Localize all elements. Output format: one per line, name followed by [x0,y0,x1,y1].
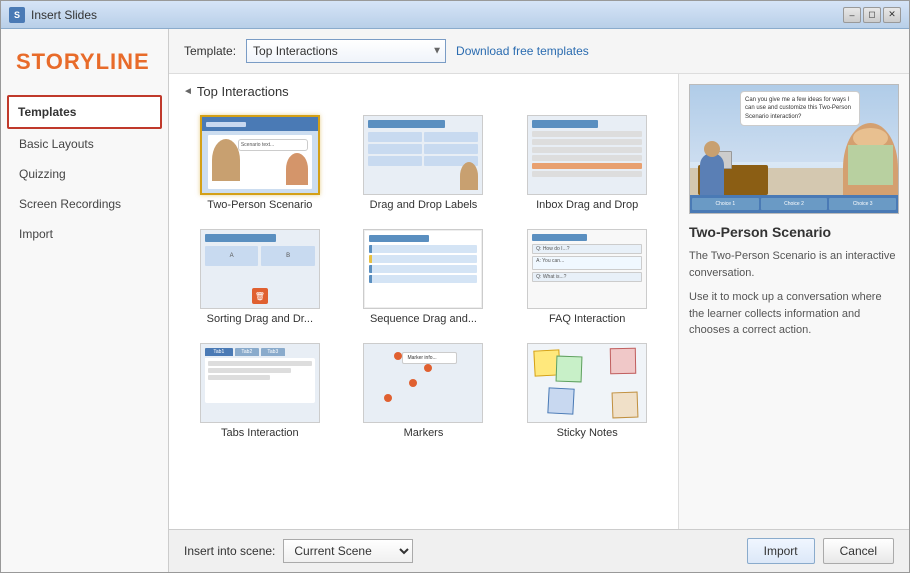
sidebar-item-screen-recordings[interactable]: Screen Recordings [1,189,168,219]
footer: Insert into scene: Current Scene Import … [169,529,909,572]
toolbar: Template: Top Interactions Basic Layouts… [169,29,909,74]
preview-panel: Can you give me a few ideas for ways I c… [679,74,909,529]
template-select-wrapper: Top Interactions Basic Layouts Quizzing … [246,39,446,63]
app-logo: STORYLINE [1,39,168,95]
template-label-sequence-drag: Sequence Drag and... [370,313,477,325]
template-faq[interactable]: Q: How do I...? A: You can... Q: What is… [510,225,664,329]
sidebar-item-quizzing[interactable]: Quizzing [1,159,168,189]
sidebar-item-basic-layouts[interactable]: Basic Layouts [1,129,168,159]
template-thumb-sequence-drag [363,229,483,309]
scene-select-wrapper: Current Scene [283,539,413,563]
template-thumb-two-person: Scenario text... [200,115,320,195]
sidebar: STORYLINE Templates Basic Layouts Quizzi… [1,29,169,572]
template-thumb-drag-drop-labels [363,115,483,195]
titlebar-left: S Insert Slides [9,7,97,23]
footer-buttons: Import Cancel [747,538,894,564]
preview-description-1: The Two-Person Scenario is an interactiv… [689,248,899,281]
template-label: Template: [184,44,236,58]
preview-bubble-text: Can you give me a few ideas for ways I c… [740,91,860,126]
insert-slides-window: S Insert Slides – ◻ ✕ STORYLINE Template… [0,0,910,573]
download-templates-link[interactable]: Download free templates [456,44,589,58]
preview-description-2: Use it to mock up a conversation where t… [689,289,899,339]
template-label-inbox-drag-drop: Inbox Drag and Drop [536,199,638,211]
template-sorting-drag[interactable]: A B 🗑 Sorting Drag and Dr... [183,225,337,329]
template-thumb-sticky-notes [527,343,647,423]
template-inbox-drag-drop[interactable]: Inbox Drag and Drop [510,111,664,215]
template-label-faq: FAQ Interaction [549,313,625,325]
content-area: ◄ Top Interactions [169,74,909,529]
template-label-tabs: Tabs Interaction [221,427,299,439]
preview-image: Can you give me a few ideas for ways I c… [689,84,899,214]
template-grid: Scenario text... Two-Person Scenario [179,107,668,447]
sidebar-item-templates[interactable]: Templates [7,95,162,129]
arrow-icon: ◄ [183,86,193,97]
template-label-two-person: Two-Person Scenario [207,199,312,211]
template-markers[interactable]: Marker info... Markers [347,339,501,443]
template-thumb-markers: Marker info... [363,343,483,423]
app-icon: S [9,7,25,23]
cancel-button[interactable]: Cancel [823,538,894,564]
template-select[interactable]: Top Interactions Basic Layouts Quizzing … [246,39,446,63]
template-grid-area: ◄ Top Interactions [169,74,679,529]
section-title: ◄ Top Interactions [179,84,668,99]
titlebar-controls: – ◻ ✕ [843,7,901,23]
template-label-markers: Markers [404,427,444,439]
template-tabs[interactable]: Tab1 Tab2 Tab3 [183,339,337,443]
scene-select[interactable]: Current Scene [283,539,413,563]
template-thumb-inbox-drag-drop [527,115,647,195]
preview-title: Two-Person Scenario [689,224,899,240]
restore-button[interactable]: ◻ [863,7,881,23]
footer-left: Insert into scene: Current Scene [184,539,413,563]
preview-scene: Can you give me a few ideas for ways I c… [690,85,898,213]
template-label-drag-drop-labels: Drag and Drop Labels [370,199,478,211]
template-drag-drop-labels[interactable]: Drag and Drop Labels [347,111,501,215]
main-content: STORYLINE Templates Basic Layouts Quizzi… [1,29,909,572]
close-button[interactable]: ✕ [883,7,901,23]
import-button[interactable]: Import [747,538,815,564]
minimize-button[interactable]: – [843,7,861,23]
titlebar: S Insert Slides – ◻ ✕ [1,1,909,29]
sidebar-item-import[interactable]: Import [1,219,168,249]
titlebar-title: Insert Slides [31,8,97,22]
template-two-person[interactable]: Scenario text... Two-Person Scenario [183,111,337,215]
template-thumb-sorting-drag: A B 🗑 [200,229,320,309]
template-label-sorting-drag: Sorting Drag and Dr... [207,313,313,325]
template-thumb-tabs: Tab1 Tab2 Tab3 [200,343,320,423]
template-sequence-drag[interactable]: Sequence Drag and... [347,225,501,329]
template-label-sticky-notes: Sticky Notes [557,427,618,439]
right-panel: Template: Top Interactions Basic Layouts… [169,29,909,572]
template-sticky-notes[interactable]: Sticky Notes [510,339,664,443]
insert-into-scene-label: Insert into scene: [184,544,275,558]
template-thumb-faq: Q: How do I...? A: You can... Q: What is… [527,229,647,309]
